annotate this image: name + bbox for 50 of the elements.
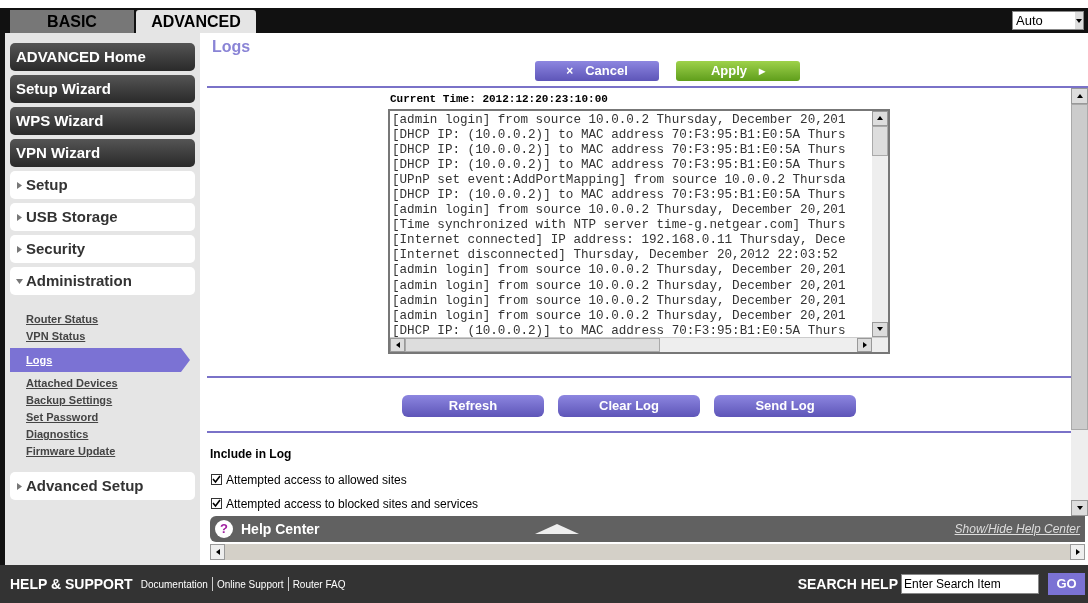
help-center-title: Help Center bbox=[241, 519, 320, 539]
sidebar-link[interactable]: Router Status bbox=[10, 311, 195, 328]
footer-link[interactable]: Documentation bbox=[140, 576, 208, 592]
footer-link[interactable]: Online Support bbox=[216, 576, 284, 592]
log-action-button[interactable]: Clear Log bbox=[558, 394, 700, 417]
select-value: Auto bbox=[1016, 11, 1043, 30]
sidebar-button[interactable]: WPS Wizard bbox=[10, 107, 195, 135]
sidebar-section[interactable]: Administration bbox=[10, 267, 195, 295]
sidebar-link[interactable]: Backup Settings bbox=[10, 392, 195, 409]
current-time: Current Time: 2012:12:20:23:10:00 bbox=[389, 92, 609, 107]
help-icon: ? bbox=[215, 520, 233, 538]
sidebar-button[interactable]: ADVANCED Home bbox=[10, 43, 195, 71]
sidebar-link[interactable]: Firmware Update bbox=[10, 443, 195, 460]
sidebar-section[interactable]: USB Storage bbox=[10, 203, 195, 231]
language-select[interactable]: Auto bbox=[1012, 11, 1084, 30]
sidebar-link[interactable]: Set Password bbox=[10, 409, 195, 426]
page-scrollbar[interactable] bbox=[1071, 88, 1088, 516]
option-label: Attempted access to blocked sites and services bbox=[226, 495, 479, 513]
scroll-thumb[interactable] bbox=[405, 337, 660, 352]
sidebar-link[interactable]: Diagnostics bbox=[10, 426, 195, 443]
vertical-scrollbar[interactable] bbox=[872, 110, 888, 337]
log-action-button[interactable]: Refresh bbox=[402, 394, 544, 417]
close-icon: × bbox=[566, 62, 574, 80]
option-label: Attempted access to allowed sites bbox=[226, 471, 407, 489]
footer-title: HELP & SUPPORT bbox=[10, 574, 133, 594]
sidebar-section[interactable]: Security bbox=[10, 235, 195, 263]
section-heading: Include in Log bbox=[209, 445, 293, 463]
go-button[interactable]: GO bbox=[1048, 573, 1085, 595]
page-title: Logs bbox=[211, 37, 252, 55]
sidebar-link[interactable]: VPN Status bbox=[10, 328, 195, 345]
search-field[interactable]: Enter Search Item bbox=[901, 574, 1039, 594]
search-help-label: SEARCH HELP bbox=[797, 574, 898, 594]
show-hide-help-link[interactable]: Show/Hide Help Center bbox=[954, 520, 1080, 538]
sidebar-button[interactable]: VPN Wizard bbox=[10, 139, 195, 167]
log-action-button[interactable]: Send Log bbox=[714, 394, 856, 417]
tab[interactable]: ADVANCED bbox=[136, 10, 256, 33]
sidebar-section[interactable]: Advanced Setup bbox=[10, 472, 195, 500]
sidebar-button[interactable]: Setup Wizard bbox=[10, 75, 195, 103]
arrow-icon: ▸ bbox=[759, 62, 766, 80]
footer-link[interactable]: Router FAQ bbox=[292, 576, 346, 592]
tab[interactable]: BASIC bbox=[10, 10, 134, 33]
sidebar-link[interactable]: Logs bbox=[10, 348, 190, 372]
checkbox[interactable] bbox=[211, 474, 222, 485]
sidebar-section[interactable]: Setup bbox=[10, 171, 195, 199]
sidebar-link[interactable]: Attached Devices bbox=[10, 375, 195, 392]
checkbox[interactable] bbox=[211, 498, 222, 509]
expand-arrow-icon[interactable] bbox=[535, 524, 580, 534]
scroll-thumb[interactable] bbox=[1071, 104, 1088, 430]
cancel-button[interactable]: × Cancel bbox=[535, 61, 659, 81]
scroll-thumb[interactable] bbox=[872, 125, 888, 156]
